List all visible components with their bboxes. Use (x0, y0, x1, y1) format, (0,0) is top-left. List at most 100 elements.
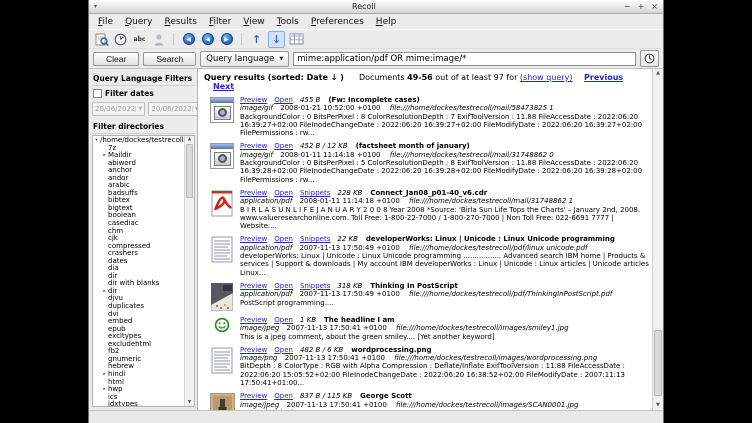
tree-item-compressed[interactable]: compressed (93, 243, 185, 251)
open-link[interactable]: Open (274, 316, 293, 324)
tree-item-bigtext[interactable]: bigtext (93, 205, 185, 213)
tree-item-hebrew[interactable]: hebrew (93, 363, 185, 371)
tree-scrollbar[interactable]: ▲ ▼ (184, 136, 194, 406)
tree-item-abiword[interactable]: abiword (93, 160, 185, 168)
table-view-icon[interactable] (289, 32, 304, 47)
tree-item-ics[interactable]: ics (93, 394, 185, 402)
snippets-link[interactable]: Snippets (300, 235, 330, 243)
expand-icon[interactable]: ▸ (101, 386, 108, 394)
arrow-down-icon[interactable]: ↓ (268, 31, 285, 48)
tree-item-idxtypes[interactable]: idxtypes (93, 401, 185, 407)
smiley-icon (214, 317, 230, 333)
tree-item-arabic[interactable]: arabic (93, 182, 185, 190)
open-link[interactable]: Open (274, 142, 293, 150)
expand-icon[interactable]: ▸ (101, 288, 108, 296)
menu-item-view[interactable]: View (237, 16, 270, 28)
filter-dates-checkbox[interactable] (93, 89, 102, 98)
date-to-combo[interactable]: 20/06/2022 ▼ (148, 102, 201, 116)
show-query-link[interactable]: (show query) (520, 73, 573, 82)
next-page-link[interactable]: Next (213, 82, 234, 91)
tree-item-bibtex[interactable]: bibtex (93, 197, 185, 205)
tree-item-anchor[interactable]: anchor (93, 167, 185, 175)
circle-next-page-icon[interactable]: ▶ (219, 32, 234, 47)
tree-item-hwp[interactable]: ▸hwp (93, 386, 185, 394)
tree-item-7z[interactable]: 7z (93, 145, 185, 153)
menu-item-query[interactable]: Query (119, 16, 158, 28)
tree-item-dia[interactable]: dia (93, 265, 185, 273)
tree-item-casediac[interactable]: casediac (93, 220, 185, 228)
close-button[interactable]: × (651, 2, 658, 11)
circle-prev-page-icon[interactable]: ◀ (200, 32, 215, 47)
minimize-button[interactable]: − (624, 2, 631, 11)
gauge-icon[interactable] (113, 32, 128, 47)
tree-item-andor[interactable]: andor (93, 175, 185, 183)
preview-link[interactable]: Preview (240, 96, 267, 104)
tree-item-label: idxtypes (108, 401, 138, 407)
preview-link[interactable]: Preview (240, 189, 267, 197)
window-menu-icon[interactable]: ▾ (94, 3, 104, 10)
tree-item-boolean[interactable]: boolean (93, 212, 185, 220)
preview-link[interactable]: Preview (240, 235, 267, 243)
results-scrollbar-thumb[interactable] (654, 330, 662, 396)
preview-link[interactable]: Preview (240, 316, 267, 324)
search-button[interactable]: Search (143, 52, 196, 66)
tree-scrollbar-thumb[interactable] (186, 144, 193, 198)
preview-link[interactable]: Preview (240, 392, 267, 400)
tree-item-gnumeric[interactable]: gnumeric (93, 356, 185, 364)
previous-page-link[interactable]: Previous (584, 73, 623, 82)
tree-item-chm[interactable]: chm (93, 228, 185, 236)
preview-link[interactable]: Preview (240, 282, 267, 290)
date-from-combo[interactable]: 20/06/2022 ▼ (92, 102, 145, 116)
book-cover-icon (204, 282, 240, 311)
tree-item-maildir[interactable]: ▸Maildir (93, 152, 185, 160)
search-input[interactable] (293, 52, 636, 66)
search-mode-combo[interactable]: Query language ▼ (200, 51, 289, 67)
tree-item-dvi[interactable]: dvi (93, 311, 185, 319)
abc-sort-icon[interactable]: ab̌c (132, 32, 147, 47)
open-link[interactable]: Open (274, 392, 293, 400)
menu-item-file[interactable]: File (92, 16, 119, 28)
preview-link[interactable]: Preview (240, 346, 267, 354)
open-link[interactable]: Open (274, 346, 293, 354)
open-link[interactable]: Open (274, 96, 293, 104)
tree-item-dir[interactable]: ▸dir (93, 288, 185, 296)
results-scrollbar[interactable]: ▲ ▼ (652, 69, 663, 410)
menu-item-results[interactable]: Results (158, 16, 203, 28)
result-row: PreviewOpenSnippets22 KBdeveloperWorks: … (204, 235, 649, 276)
arrow-up-icon[interactable]: ↑ (249, 32, 264, 47)
menu-item-filter[interactable]: Filter (203, 16, 237, 28)
tree-item-duplicates[interactable]: duplicates (93, 303, 185, 311)
scroll-up-icon[interactable]: ▲ (185, 137, 194, 142)
snippets-link[interactable]: Snippets (300, 282, 330, 290)
tree-item-dates[interactable]: dates (93, 258, 185, 266)
scroll-up-icon[interactable]: ▲ (653, 70, 663, 76)
tree-item-hindi[interactable]: ▸hindi (93, 371, 185, 379)
smiley-icon (204, 316, 240, 341)
menu-item-help[interactable]: Help (370, 16, 403, 28)
collapse-icon[interactable]: ▾ (93, 137, 100, 145)
preview-link[interactable]: Preview (240, 142, 267, 150)
open-link[interactable]: Open (274, 282, 293, 290)
tree-item-crashers[interactable]: crashers (93, 250, 185, 258)
expand-icon[interactable]: ▸ (101, 152, 108, 160)
clear-button[interactable]: Clear (93, 52, 139, 66)
maximize-button[interactable]: + (638, 2, 645, 11)
tree-item-embed[interactable]: embed (93, 318, 185, 326)
open-link[interactable]: Open (274, 189, 293, 197)
tree-item-badsuffs[interactable]: badsuffs (93, 190, 185, 198)
person-icon[interactable] (151, 32, 166, 47)
tree-item-html[interactable]: html (93, 379, 185, 387)
tree-item-/home/dockes/testrecoll[interactable]: ▾/home/dockes/testrecoll (93, 137, 185, 145)
open-link[interactable]: Open (274, 235, 293, 243)
advanced-search-icon[interactable] (94, 32, 109, 47)
tree-item-excludehtml[interactable]: excludehtml (93, 341, 185, 349)
tree-item-dir-with-blanks[interactable]: dir with blanks (93, 280, 185, 288)
menu-item-tools[interactable]: Tools (271, 16, 305, 28)
search-history-button[interactable] (640, 50, 659, 67)
snippets-link[interactable]: Snippets (300, 189, 330, 197)
expand-icon[interactable]: ▸ (101, 371, 108, 379)
scroll-down-icon[interactable]: ▼ (653, 402, 663, 408)
menu-item-preferences[interactable]: Preferences (305, 16, 370, 28)
circle-back-icon[interactable]: ◀ (181, 32, 196, 47)
scroll-down-icon[interactable]: ▼ (185, 400, 194, 405)
